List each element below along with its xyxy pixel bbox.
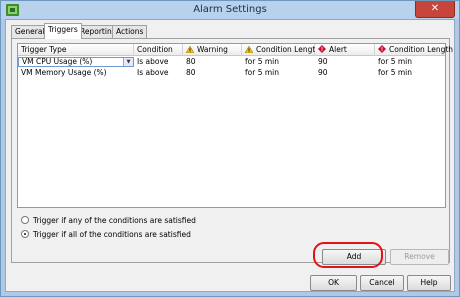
column-header-alert[interactable]: Alert <box>315 44 375 56</box>
trigger-type-value: VM CPU Usage (%) <box>22 57 93 66</box>
alarm-settings-window: Alarm Settings ✕ General Triggers Report… <box>0 0 460 297</box>
chevron-down-icon[interactable]: ▼ <box>123 58 133 66</box>
trigger-all-label: Trigger if all of the conditions are sat… <box>33 230 191 239</box>
trigger-any-label: Trigger if any of the conditions are sat… <box>33 216 196 225</box>
trigger-type-cell[interactable]: VM Memory Usage (%) <box>18 68 107 78</box>
column-header-condition[interactable]: Condition <box>134 44 183 56</box>
column-header-trigger-type[interactable]: Trigger Type <box>18 44 134 56</box>
tab-triggers[interactable]: Triggers <box>44 23 82 39</box>
trigger-any-radio[interactable] <box>21 216 29 224</box>
triggers-panel: Trigger Type Condition Warning Condition… <box>11 38 453 263</box>
trigger-type-dropdown[interactable]: VM CPU Usage (%) ▼ <box>18 57 134 67</box>
close-icon: ✕ <box>430 3 440 14</box>
alert-length-cell[interactable]: for 5 min <box>375 57 412 67</box>
alert-header-label: Alert <box>329 45 347 54</box>
warning-cell[interactable]: 80 <box>183 57 196 67</box>
condition-cell[interactable]: Is above <box>134 68 169 78</box>
add-button-highlight-annotation <box>313 242 383 268</box>
warning-cell[interactable]: 80 <box>183 68 196 78</box>
trigger-any-option[interactable]: Trigger if any of the conditions are sat… <box>21 215 196 227</box>
warning-length-cell[interactable]: for 5 min <box>242 57 279 67</box>
alert-length-cell[interactable]: for 5 min <box>375 68 412 78</box>
alert-cell[interactable]: 90 <box>315 68 328 78</box>
warning-length-header-label: Condition Length <box>256 45 321 54</box>
column-header-alert-condition-length[interactable]: Condition Length <box>375 44 453 56</box>
alert-diamond-icon <box>378 45 386 56</box>
column-header-warning[interactable]: Warning <box>183 44 242 56</box>
dialog-body: General Triggers Reporting Actions Trigg… <box>5 19 455 292</box>
warning-length-cell[interactable]: for 5 min <box>242 68 279 78</box>
remove-button: Remove <box>390 249 449 265</box>
title-bar: Alarm Settings ✕ <box>1 1 459 19</box>
window-title: Alarm Settings <box>193 4 267 15</box>
trigger-all-radio[interactable] <box>21 230 29 238</box>
warning-triangle-icon <box>185 45 195 56</box>
warning-triangle-icon <box>244 45 254 56</box>
warning-header-label: Warning <box>197 45 228 54</box>
tab-general[interactable]: General <box>11 25 49 38</box>
trigger-all-option[interactable]: Trigger if all of the conditions are sat… <box>21 229 191 241</box>
help-button[interactable]: Help <box>407 275 451 291</box>
triggers-table: Trigger Type Condition Warning Condition… <box>17 43 453 208</box>
column-header-warning-condition-length[interactable]: Condition Length <box>242 44 320 56</box>
alert-length-header-label: Condition Length <box>389 45 454 54</box>
alert-diamond-icon <box>318 45 326 56</box>
close-button[interactable]: ✕ <box>415 1 455 18</box>
cancel-button[interactable]: Cancel <box>360 275 404 291</box>
condition-cell[interactable]: Is above <box>134 57 169 67</box>
alert-cell[interactable]: 90 <box>315 57 328 67</box>
ok-button[interactable]: OK <box>310 275 357 291</box>
tab-actions[interactable]: Actions <box>112 25 148 38</box>
